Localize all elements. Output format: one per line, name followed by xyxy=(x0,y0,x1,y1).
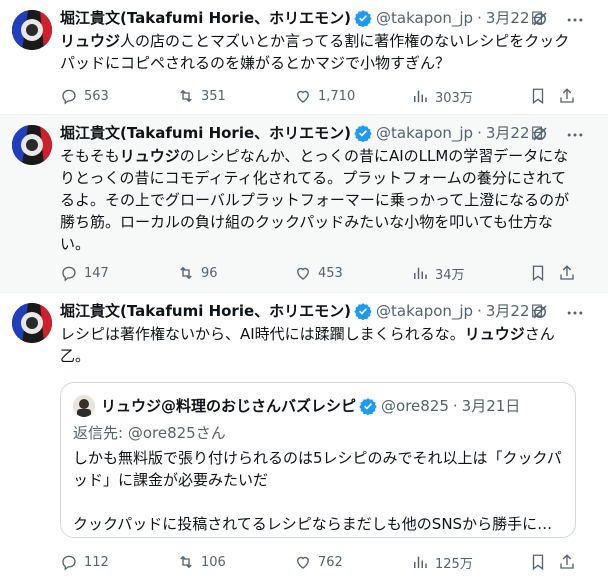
more-icon[interactable] xyxy=(565,10,585,30)
separator-dot: · xyxy=(477,9,482,27)
share-icon[interactable] xyxy=(558,87,576,105)
views-icon xyxy=(414,90,427,102)
avatar[interactable] xyxy=(12,125,52,165)
views-count: 34万 xyxy=(435,267,465,283)
verified-badge-icon xyxy=(354,302,372,320)
grok-icon[interactable] xyxy=(531,10,549,28)
views-button[interactable]: 303万 xyxy=(411,86,473,106)
quote-avatar-image xyxy=(73,395,95,417)
retweet-count: 96 xyxy=(201,265,218,281)
retweet-button[interactable]: 351 xyxy=(177,86,226,106)
quote-text-truncated: クックパッドに投稿されてるレシピならまだしも他のSNSから勝手にレ... xyxy=(73,515,563,533)
reply-button[interactable]: 112 xyxy=(60,552,109,572)
avatar[interactable] xyxy=(12,303,52,343)
reply-button[interactable]: 563 xyxy=(60,86,109,106)
separator-dot: · xyxy=(452,397,458,415)
quote-header: リュウジ@料理のおじさんバズレシピ @ore825 · 3月21日 xyxy=(101,396,520,416)
retweet-icon xyxy=(180,89,192,103)
reply-icon xyxy=(62,266,76,282)
reply-to-mention[interactable]: @ore825さん xyxy=(128,424,226,442)
verified-badge-icon xyxy=(359,397,377,415)
retweet-icon xyxy=(180,266,192,280)
tweet-text: そもそもリュウジのレシピなんか、とっくの昔にAIのLLMの学習データになりとっく… xyxy=(60,145,580,255)
like-count: 453 xyxy=(318,265,343,281)
retweet-count: 106 xyxy=(201,554,226,570)
like-icon xyxy=(297,556,309,569)
display-name[interactable]: 堀江貴文(Takafumi Horie、ホリエモン) xyxy=(60,8,351,28)
quote-date[interactable]: 3月21日 xyxy=(462,396,521,416)
tweet-2[interactable]: 堀江貴文(Takafumi Horie、ホリエモン) @takapon_jp ·… xyxy=(0,115,608,293)
tweet-header: 堀江貴文(Takafumi Horie、ホリエモン) @takapon_jp ·… xyxy=(60,301,545,321)
more-icon[interactable] xyxy=(565,303,585,323)
handle[interactable]: @takapon_jp xyxy=(376,8,473,28)
like-button[interactable]: 1,710 xyxy=(294,86,355,106)
action-bar: 563 351 1,710 303万 xyxy=(60,86,580,106)
quoted-tweet[interactable]: リュウジ@料理のおじさんバズレシピ @ore825 · 3月21日 返信先: @… xyxy=(60,382,576,538)
retweet-icon xyxy=(180,555,192,569)
reply-context: 返信先: @ore825さん xyxy=(73,423,226,443)
avatar[interactable] xyxy=(12,10,52,50)
retweet-button[interactable]: 96 xyxy=(177,263,218,283)
verified-badge-icon xyxy=(354,9,372,27)
bookmark-icon[interactable] xyxy=(529,553,547,571)
grok-icon[interactable] xyxy=(531,125,549,143)
views-button[interactable]: 34万 xyxy=(411,263,465,283)
verified-badge-icon xyxy=(354,124,372,142)
like-button[interactable]: 762 xyxy=(294,552,343,572)
handle[interactable]: @takapon_jp xyxy=(376,123,473,143)
separator-dot: · xyxy=(477,124,482,142)
retweet-count: 351 xyxy=(201,88,226,104)
display-name[interactable]: 堀江貴文(Takafumi Horie、ホリエモン) xyxy=(60,301,351,321)
reply-prefix: 返信先: xyxy=(73,424,124,442)
views-icon xyxy=(414,267,427,279)
mention-bold: リュウジ xyxy=(464,325,525,343)
like-icon xyxy=(297,267,309,280)
action-bar: 112 106 762 125万 xyxy=(60,552,580,572)
quote-text-paragraph: しかも無料版で張り付けられるのは5レシピのみでそれ以上は「クックパッド」に課金が… xyxy=(73,449,562,489)
views-count: 125万 xyxy=(435,556,473,572)
tweet-text: レシピは著作権ないから、AI時代には蹂躙しまくられるな。リュウジさん乙。 xyxy=(60,323,580,367)
quote-handle[interactable]: @ore825 xyxy=(381,396,449,416)
reply-count: 563 xyxy=(84,88,109,104)
text-segment: 人の店のことマズいとか言ってる割に著作権のないレシピをクックパッドにコピペされる… xyxy=(60,32,570,72)
text-segment: レシピは著作権ないから、AI時代には蹂躙しまくられるな。 xyxy=(60,325,465,343)
grok-icon[interactable] xyxy=(531,303,549,321)
retweet-button[interactable]: 106 xyxy=(177,552,226,572)
share-icon[interactable] xyxy=(558,264,576,282)
tweet-3[interactable]: 堀江貴文(Takafumi Horie、ホリエモン) @takapon_jp ·… xyxy=(0,293,608,586)
mention-bold: リュウジ xyxy=(119,147,180,165)
reply-icon xyxy=(62,555,76,571)
more-icon[interactable] xyxy=(565,125,585,145)
reply-count: 112 xyxy=(84,554,109,570)
avatar-image xyxy=(12,303,52,343)
like-count: 762 xyxy=(318,554,343,570)
quote-text: しかも無料版で張り付けられるのは5レシピのみでそれ以上は「クックパッド」に課金が… xyxy=(73,447,563,535)
reply-button[interactable]: 147 xyxy=(60,263,109,283)
quote-display-name[interactable]: リュウジ@料理のおじさんバズレシピ xyxy=(101,396,356,416)
avatar-image xyxy=(12,10,52,50)
quote-avatar[interactable] xyxy=(73,395,95,417)
like-count: 1,710 xyxy=(318,88,356,104)
display-name[interactable]: 堀江貴文(Takafumi Horie、ホリエモン) xyxy=(60,123,351,143)
views-button[interactable]: 125万 xyxy=(411,552,473,572)
text-segment: そもそも xyxy=(60,147,120,165)
tweet-header: 堀江貴文(Takafumi Horie、ホリエモン) @takapon_jp ·… xyxy=(60,8,545,28)
reply-icon xyxy=(62,89,76,105)
like-icon xyxy=(297,90,309,103)
mention-bold: リュウジ xyxy=(60,32,121,50)
action-bar: 147 96 453 34万 xyxy=(60,263,580,283)
bookmark-icon[interactable] xyxy=(529,264,547,282)
reply-count: 147 xyxy=(84,265,109,281)
tweet-header: 堀江貴文(Takafumi Horie、ホリエモン) @takapon_jp ·… xyxy=(60,123,545,143)
views-icon xyxy=(414,556,427,568)
separator-dot: · xyxy=(477,302,482,320)
tweet-text: リュウジ人の店のことマズいとか言ってる割に著作権のないレシピをクックパッドにコピ… xyxy=(60,30,580,74)
tweet-1[interactable]: 堀江貴文(Takafumi Horie、ホリエモン) @takapon_jp ·… xyxy=(0,0,608,115)
bookmark-icon[interactable] xyxy=(529,87,547,105)
handle[interactable]: @takapon_jp xyxy=(376,301,473,321)
avatar-image xyxy=(12,125,52,165)
like-button[interactable]: 453 xyxy=(294,263,343,283)
share-icon[interactable] xyxy=(558,553,576,571)
views-count: 303万 xyxy=(435,90,473,106)
